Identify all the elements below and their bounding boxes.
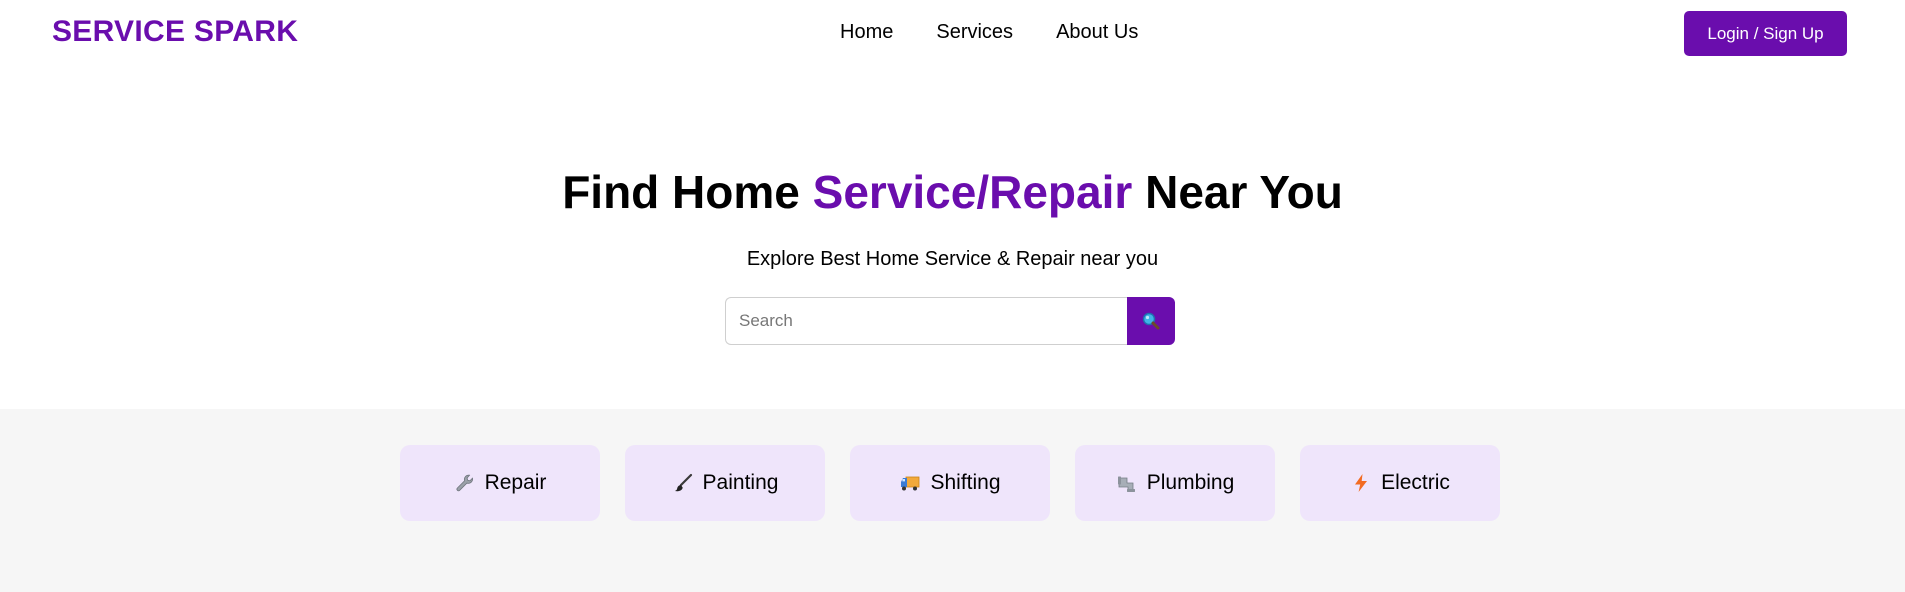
login-signup-button[interactable]: Login / Sign Up <box>1684 11 1847 56</box>
category-card-shifting[interactable]: Shifting <box>850 445 1050 521</box>
category-label: Shifting <box>930 471 1001 494</box>
wrench-icon <box>456 474 473 492</box>
search-button[interactable] <box>1127 297 1175 345</box>
search-bar <box>725 297 1175 345</box>
brand-logo[interactable]: SERVICE SPARK <box>52 15 298 49</box>
truck-icon <box>901 476 920 491</box>
hero-subtitle: Explore Best Home Service & Repair near … <box>746 248 1159 270</box>
category-card-painting[interactable]: Painting <box>625 445 825 521</box>
categories-section: Repair Painting Shifting Plumbing Electr… <box>0 409 1905 592</box>
category-card-repair[interactable]: Repair <box>400 445 600 521</box>
paintbrush-icon <box>674 473 692 492</box>
magnifier-icon <box>1142 312 1160 330</box>
hero-title: Find Home Service/Repair Near You <box>0 165 1905 219</box>
pipe-icon <box>1117 476 1135 492</box>
categories-row: Repair Painting Shifting Plumbing Electr… <box>400 445 1500 521</box>
hero-title-accent: Service/Repair <box>812 166 1133 218</box>
category-label: Painting <box>702 471 779 494</box>
hero-title-part1: Find Home <box>562 166 813 218</box>
category-label: Plumbing <box>1146 471 1235 494</box>
category-label: Electric <box>1381 471 1450 494</box>
category-label: Repair <box>484 471 547 494</box>
hero-title-part2: Near You <box>1132 166 1343 218</box>
lightning-icon <box>1355 474 1368 492</box>
category-card-plumbing[interactable]: Plumbing <box>1075 445 1275 521</box>
navbar: SERVICE SPARK Home Services About Us Log… <box>0 0 1905 66</box>
nav-link-services[interactable]: Services <box>936 21 1013 44</box>
search-input[interactable] <box>725 297 1127 345</box>
nav-link-home[interactable]: Home <box>840 21 893 44</box>
nav-link-about[interactable]: About Us <box>1056 21 1138 44</box>
nav-links: Home Services About Us <box>840 21 1138 44</box>
category-card-electric[interactable]: Electric <box>1300 445 1500 521</box>
